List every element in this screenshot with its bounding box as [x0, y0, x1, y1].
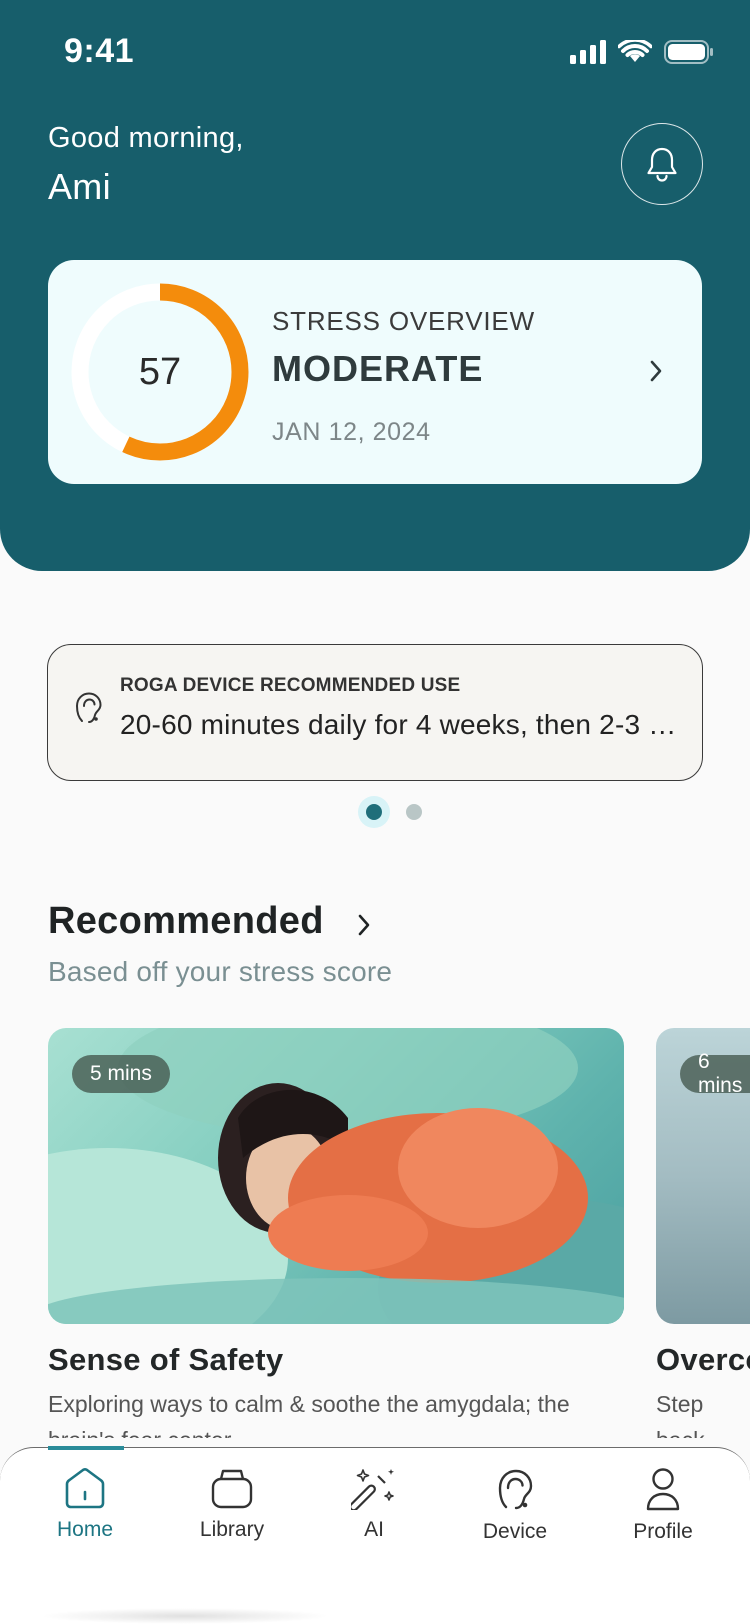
device-card-title: ROGA DEVICE RECOMMENDED USE	[120, 675, 461, 696]
home-indicator-shadow	[40, 1608, 330, 1624]
tab-label: AI	[364, 1518, 384, 1541]
chevron-right-icon[interactable]	[356, 912, 372, 938]
carousel-dot[interactable]	[406, 804, 422, 820]
recommended-subtitle: Based off your stress score	[48, 956, 393, 987]
tab-device[interactable]: Device	[455, 1466, 575, 1544]
device-card-text: 20-60 minutes daily for 4 weeks, then 2-…	[120, 709, 680, 740]
header: 9:41 Good morning, Ami 57 STRESS OVERVIE…	[0, 0, 750, 571]
stress-date: JAN 12, 2024	[272, 418, 431, 446]
greeting-text: Good morning,	[48, 122, 244, 154]
tab-label: Library	[199, 1518, 265, 1541]
status-icons	[570, 40, 714, 64]
tab-profile[interactable]: Profile	[603, 1466, 723, 1544]
stress-level: MODERATE	[272, 348, 484, 389]
signal-icon	[570, 40, 606, 64]
tab-ai[interactable]: AI	[314, 1466, 434, 1542]
ear-icon	[75, 692, 102, 723]
carousel-dot-active[interactable]	[358, 796, 390, 828]
recommendation-card-title[interactable]: Overcoming Fear	[656, 1342, 750, 1378]
recommended-title[interactable]: Recommended	[48, 900, 324, 943]
tab-active-indicator	[48, 1446, 124, 1450]
tab-label: Device	[482, 1520, 548, 1543]
recommendation-card-title[interactable]: Sense of Safety	[48, 1342, 283, 1378]
device-recommendation-card[interactable]: ROGA DEVICE RECOMMENDED USE 20-60 minute…	[47, 644, 703, 781]
tab-library[interactable]: Library	[172, 1466, 292, 1542]
notifications-button[interactable]	[621, 123, 703, 205]
duration-badge: 5 mins	[72, 1055, 170, 1093]
recommendation-card-image[interactable]: 6 mins	[656, 1028, 750, 1324]
recommendation-card-image[interactable]: 5 mins	[48, 1028, 624, 1324]
home-icon	[65, 1468, 105, 1509]
tab-bar: Home Library AI Device Profile	[0, 1446, 750, 1624]
status-time: 9:41	[64, 32, 135, 70]
recommendation-card-description: Exploring ways to calm & soothe the amyg…	[48, 1391, 570, 1438]
stress-score: 57	[138, 350, 182, 393]
ear-icon	[498, 1469, 533, 1510]
stress-overview-label: STRESS OVERVIEW	[272, 306, 535, 336]
tab-label: Profile	[633, 1520, 693, 1543]
chevron-right-icon[interactable]	[648, 358, 664, 384]
magic-wand-icon	[351, 1469, 394, 1510]
tab-home[interactable]: Home	[25, 1466, 145, 1542]
bell-icon	[647, 147, 677, 182]
recommendation-card-description: Step back from fear and reframe your Fea…	[656, 1391, 705, 1438]
carousel-indicator	[358, 796, 422, 828]
profile-icon	[646, 1468, 680, 1511]
wifi-icon	[618, 40, 652, 62]
stress-overview-card[interactable]: 57 STRESS OVERVIEW MODERATE JAN 12, 2024	[48, 260, 702, 484]
battery-icon	[664, 40, 713, 64]
user-name: Ami	[48, 166, 111, 207]
tab-label: Home	[56, 1518, 114, 1541]
library-icon	[211, 1469, 253, 1509]
duration-badge: 6 mins	[680, 1050, 750, 1097]
